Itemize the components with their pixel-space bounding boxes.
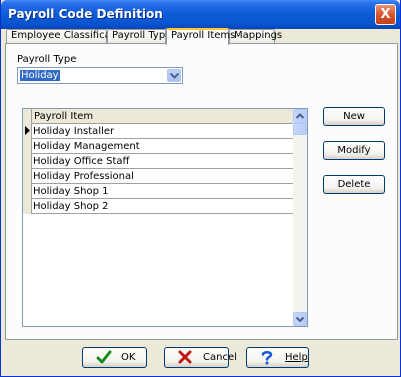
row-indicator: [23, 169, 32, 184]
close-button[interactable]: X: [375, 4, 396, 25]
row-indicator: [23, 184, 32, 199]
table-row[interactable]: Holiday Office Staff: [23, 154, 294, 169]
table-row[interactable]: Holiday Shop 2: [23, 199, 294, 214]
delete-button[interactable]: Delete: [323, 175, 385, 194]
row-pointer-icon: [25, 126, 30, 135]
row-indicator: [23, 124, 32, 139]
scroll-up-button[interactable]: [293, 109, 307, 123]
ok-label: OK: [121, 352, 136, 363]
scroll-thumb[interactable]: [293, 123, 307, 135]
grid-cell[interactable]: Holiday Professional: [33, 170, 294, 183]
dialog-window: Payroll Code Definition X Employee Class…: [0, 0, 401, 377]
help-label: Help: [285, 352, 308, 363]
vertical-scrollbar[interactable]: [293, 109, 307, 326]
modify-button[interactable]: Modify: [323, 141, 385, 160]
row-indicator: [23, 139, 32, 154]
table-row[interactable]: Holiday Management: [23, 139, 294, 154]
checkmark-icon: [96, 350, 112, 364]
payroll-type-value: Holiday: [20, 70, 60, 81]
chevron-down-icon: [295, 316, 305, 323]
grid-header: Payroll Item: [23, 109, 294, 124]
grid-cell[interactable]: Holiday Installer: [33, 125, 294, 138]
title-bar[interactable]: Payroll Code Definition X: [1, 0, 400, 29]
window-title: Payroll Code Definition: [8, 7, 163, 21]
x-icon: [178, 350, 192, 364]
tab-payroll-items[interactable]: Payroll Items: [166, 28, 235, 45]
chevron-down-icon: [170, 73, 179, 79]
help-button[interactable]: Help: [246, 347, 309, 368]
table-row[interactable]: Holiday Installer: [23, 124, 294, 139]
row-indicator: [23, 199, 32, 214]
payroll-type-select[interactable]: Holiday: [17, 67, 183, 84]
dropdown-button[interactable]: [167, 69, 181, 82]
table-row[interactable]: Holiday Shop 1: [23, 184, 294, 199]
close-icon: X: [380, 7, 391, 22]
header-indicator-cell: [23, 109, 32, 124]
question-icon: [261, 351, 273, 365]
grid-cell[interactable]: Holiday Office Staff: [33, 155, 294, 168]
tab-mappings[interactable]: Mappings: [229, 29, 282, 43]
cancel-label: Cancel: [203, 352, 237, 363]
chevron-up-icon: [295, 113, 305, 119]
payroll-items-grid[interactable]: Payroll Item Holiday Installer Holiday M…: [22, 108, 308, 327]
grid-cell[interactable]: Holiday Shop 2: [33, 200, 294, 213]
new-button[interactable]: New: [323, 107, 385, 126]
tab-payroll-type[interactable]: Payroll Type: [107, 29, 171, 43]
scroll-down-button[interactable]: [293, 312, 307, 326]
tab-employee-classification[interactable]: Employee Classification: [6, 29, 130, 43]
column-header-payroll-item[interactable]: Payroll Item: [33, 110, 294, 123]
table-row[interactable]: Holiday Professional: [23, 169, 294, 184]
row-indicator: [23, 154, 32, 169]
grid-cell[interactable]: Holiday Management: [33, 140, 294, 153]
payroll-type-label: Payroll Type: [17, 54, 77, 65]
cancel-button[interactable]: Cancel: [164, 347, 237, 368]
grid-cell[interactable]: Holiday Shop 1: [33, 185, 294, 198]
ok-button[interactable]: OK: [82, 347, 147, 368]
